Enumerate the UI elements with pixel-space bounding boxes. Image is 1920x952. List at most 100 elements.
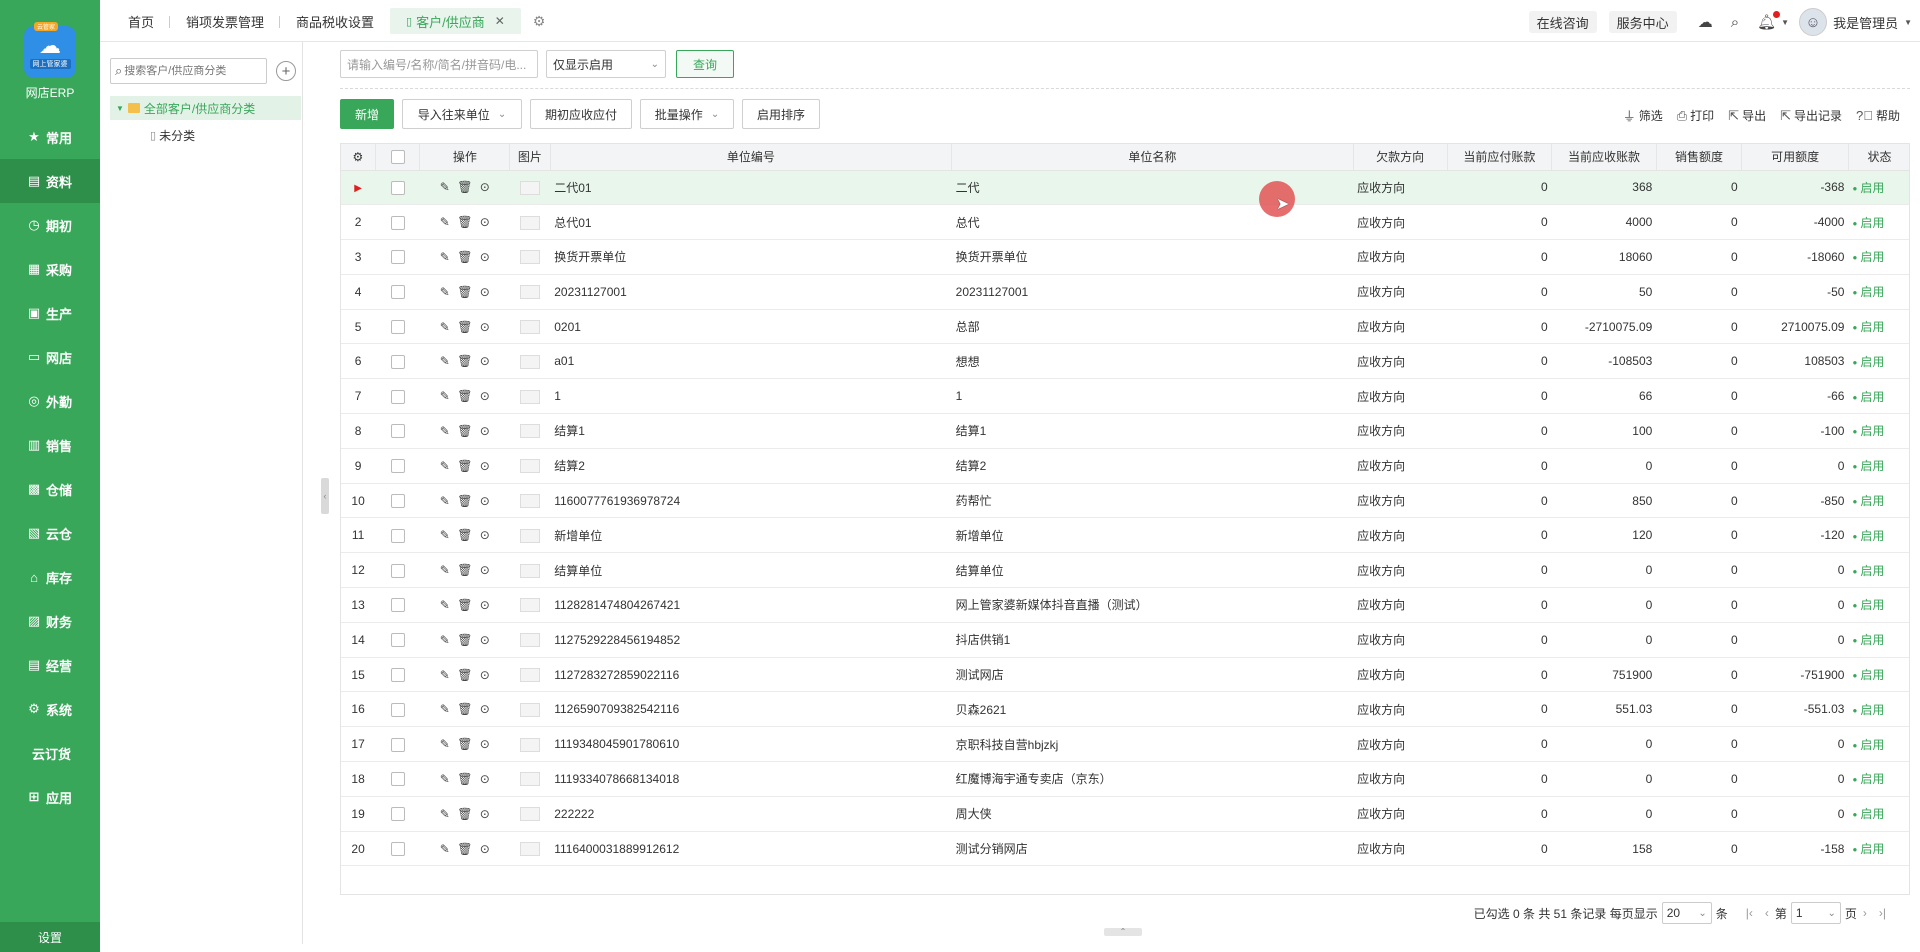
checkbox[interactable] [390,320,405,334]
table-row[interactable]: 20 ✎ 🗑︎ ⊙ 1116400031889912612 测试分销网店 应收方向 0 158 0… [341,831,1909,867]
sidebar-item[interactable]: 云订货 [0,731,100,775]
help-button[interactable]: ?⃝ 帮助 [1856,107,1900,124]
column-header[interactable]: 状态 [1848,144,1909,171]
row-image[interactable] [509,170,551,206]
chevron-down-icon[interactable]: ▼ [1904,18,1912,27]
row-image[interactable] [509,204,551,241]
delete-icon[interactable]: 🗑︎ [457,667,473,683]
row-image[interactable] [509,239,551,275]
edit-icon[interactable]: ✎ [437,319,453,335]
delete-icon[interactable]: 🗑︎ [457,423,473,439]
more-icon[interactable]: ⊙ [477,353,493,369]
row-image[interactable] [509,761,551,797]
sidebar-item[interactable]: ▥ 销售 [0,423,100,467]
row-select[interactable] [375,309,420,345]
delete-icon[interactable]: 🗑︎ [457,458,473,474]
sidebar-item[interactable]: ▩ 仓储 [0,467,100,511]
checkbox[interactable] [390,250,405,265]
more-icon[interactable]: ⊙ [477,527,493,543]
page-number-select[interactable]: 1 ⌄ [1790,902,1841,924]
edit-icon[interactable]: ✎ [437,493,453,509]
table-row[interactable]: 19✎🗑︎⊙222222周大侠应收方向0000启用 [341,796,1909,832]
next-page-icon[interactable]: › [1863,906,1867,920]
table-row[interactable]: 5✎🗑︎⊙0201总部应收方向0-2710075.0902710075.09启用 [341,309,1909,345]
category-search[interactable]: ⌕ [110,58,267,84]
row-select[interactable] [375,239,420,275]
edit-icon[interactable]: ✎ [437,771,453,787]
row-select[interactable] [375,170,420,206]
delete-icon[interactable]: 🗑︎ [457,632,473,648]
tree-node-root[interactable]: ▼ 全部客户/供应商分类 [110,96,301,120]
more-icon[interactable]: ⊙ [477,249,493,265]
column-header[interactable]: 销售额度 [1656,144,1743,171]
table-row[interactable]: 14✎🗑︎⊙1127529228456194852抖店供销1应收方向0000启用 [341,622,1909,658]
edit-icon[interactable]: ✎ [437,179,453,195]
more-icon[interactable]: ⊙ [477,806,493,822]
enable-sort-button[interactable]: 启用排序 [742,99,820,129]
checkbox[interactable] [390,598,405,613]
row-image[interactable] [509,831,551,867]
sidebar-item[interactable]: ⊞ 应用 [0,775,100,819]
row-image[interactable] [509,378,551,415]
row-image[interactable] [509,483,551,519]
row-image[interactable] [509,726,551,763]
row-select[interactable] [375,378,420,415]
table-row[interactable]: 10 ✎ 🗑︎ ⊙ 1160077761936978724 药帮忙 应收方向 0 850 0 -85… [341,483,1909,519]
delete-icon[interactable]: 🗑︎ [457,597,473,613]
user-name[interactable]: 我是管理员 [1833,13,1898,32]
sidebar-item[interactable]: ▨ 财务 [0,599,100,643]
table-row[interactable]: 9✎🗑︎⊙结算2结算2应收方向0000启用 [341,448,1909,484]
row-select[interactable] [375,726,420,763]
row-select[interactable] [375,761,420,797]
checkbox[interactable] [390,702,405,717]
checkbox[interactable] [390,389,405,404]
column-settings[interactable]: ⚙ [341,144,376,171]
edit-icon[interactable]: ✎ [437,841,453,857]
query-button[interactable]: 查询 [676,50,734,78]
table-row[interactable]: 15 ✎ 🗑︎ ⊙ 1127283272859022116 测试网店 应收方向 0 751900… [341,657,1909,693]
delete-icon[interactable]: 🗑︎ [457,841,473,857]
delete-icon[interactable]: 🗑︎ [457,771,473,787]
row-image[interactable] [509,343,551,380]
gear-icon[interactable]: ⚙ [533,13,546,30]
first-page-icon[interactable]: |‹ [1746,906,1753,920]
row-image[interactable] [509,657,551,693]
checkbox[interactable] [390,424,405,439]
checkbox[interactable] [390,180,405,195]
table-row[interactable]: 6✎🗑︎⊙a01想想应收方向0-1085030108503启用 [341,343,1909,380]
column-header[interactable]: 可用额度 [1741,144,1849,171]
row-select[interactable] [375,343,420,380]
edit-icon[interactable]: ✎ [437,806,453,822]
checkbox[interactable] [390,215,405,230]
tab-home[interactable]: 首页 [112,8,171,34]
edit-icon[interactable]: ✎ [437,667,453,683]
row-select[interactable] [375,274,420,310]
chevron-down-icon[interactable]: ▼ [1781,18,1789,27]
checkbox[interactable] [390,737,405,752]
more-icon[interactable]: ⊙ [477,771,493,787]
sidebar-item[interactable]: ⌂ 库存 [0,555,100,599]
sidebar-item[interactable]: ⚙ 系统 [0,687,100,731]
filter-button[interactable]: ⏚ 筛选 [1623,106,1663,125]
row-select[interactable] [375,691,420,728]
prev-page-icon[interactable]: ‹ [1765,906,1769,920]
delete-icon[interactable]: 🗑︎ [457,527,473,543]
edit-icon[interactable]: ✎ [437,632,453,648]
batch-operation-button[interactable]: 批量操作 ⌄ [640,99,734,129]
more-icon[interactable]: ⊙ [477,597,493,613]
row-image[interactable] [509,309,551,345]
table-row[interactable]: 8✎🗑︎⊙结算1结算1应收方向01000-100启用 [341,413,1909,449]
table-row[interactable]: 13 ✎ 🗑︎ ⊙ 1128281474804267421 网上管家婆新媒体抖音直播（测试… [341,587,1909,623]
sidebar-item[interactable]: ▧ 云仓 [0,511,100,555]
sidebar-item[interactable]: ★ 常用 [0,115,100,159]
row-image[interactable] [509,796,551,832]
more-icon[interactable]: ⊙ [477,284,493,300]
export-log-button[interactable]: ⇱ 导出记录 [1780,107,1842,124]
edit-icon[interactable]: ✎ [437,353,453,369]
row-image[interactable] [509,552,551,589]
delete-icon[interactable]: 🗑︎ [457,353,473,369]
table-row[interactable]: 18 ✎ 🗑︎ ⊙ 1119334078668134018 红魔博海宇通专卖店（京东） 应收… [341,761,1909,797]
delete-icon[interactable]: 🗑︎ [457,493,473,509]
tab-invoice[interactable]: 销项发票管理 [170,8,281,34]
opening-balance-button[interactable]: 期初应收应付 [530,99,632,129]
